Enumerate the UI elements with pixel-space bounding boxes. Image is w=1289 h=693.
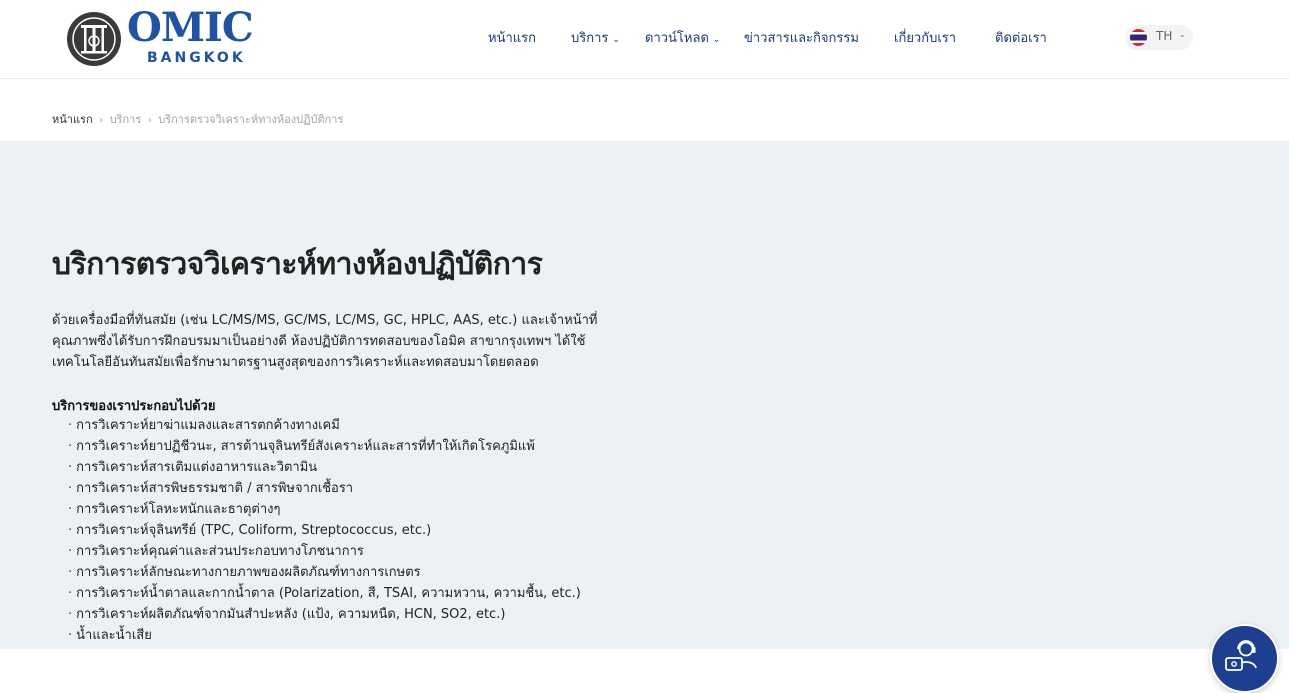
breadcrumb-current: บริการตรวจวิเคราะห์ทางห้องปฏิบัติการ [158,113,344,126]
nav-download-label: ดาวน์โหลด [645,31,709,46]
chevron-right-icon: › [99,115,104,126]
page-title: บริการตรวจวิเคราะห์ทางห้องปฏิบัติการ [52,247,543,282]
brand-name: OMIC [127,4,254,51]
nav-home[interactable]: หน้าแรก [488,28,536,50]
service-label: การวิเคราะห์สารเติมแต่งอาหารและวิตามิน [76,460,318,475]
intro-line: คุณภาพซึ่งได้รับการฝึกอบรมมาเป็นอย่างดี … [52,334,586,349]
list-item: · การวิเคราะห์ยาฆ่าแมลงและสารตกค้างทางเคม… [68,418,340,433]
service-label: การวิเคราะห์สารพิษธรรมชาติ / สารพิษจากเช… [76,481,354,496]
nav-news[interactable]: ข่าวสารและกิจกรรม [744,28,859,50]
chat-widget-button[interactable] [1210,624,1279,693]
breadcrumb-home[interactable]: หน้าแรก [52,113,93,126]
breadcrumb: หน้าแรก › บริการ › บริการตรวจวิเคราะห์ทา… [52,110,343,128]
list-item: · การวิเคราะห์ผลิตภัณฑ์จากมันสำปะหลัง (แป… [68,607,506,622]
chevron-down-icon: ⌄ [612,35,620,45]
intro-line: ด้วยเครื่องมือที่ทันสมัย (เช่น LC/MS/MS,… [52,313,598,328]
nav-news-label: ข่าวสารและกิจกรรม [744,31,859,46]
service-label: การวิเคราะห์คุณค่าและส่วนประกอบทางโภชนาก… [76,544,364,559]
list-item: · การวิเคราะห์ยาปฏิชีวนะ, สารต้านจุลินทรี… [68,439,535,454]
chevron-down-icon: ⌄ [1179,30,1186,39]
list-item: · น้ำและน้ำเสีย [68,628,152,643]
omic-logo[interactable]: OMIC BANGKOK [67,4,277,70]
list-item: · การวิเคราะห์ลักษณะทางกายภาพของผลิตภัณฑ์… [68,565,421,580]
nav-services-label: บริการ [571,31,609,46]
chevron-right-icon: › [147,115,152,126]
service-label: การวิเคราะห์ผลิตภัณฑ์จากมันสำปะหลัง (แป้… [76,607,506,622]
nav-about-label: เกี่ยวกับเรา [894,31,957,46]
nav-home-label: หน้าแรก [488,31,536,46]
content-section: บริการตรวจวิเคราะห์ทางห้องปฏิบัติการ ด้ว… [0,141,1289,693]
nav-contact[interactable]: ติดต่อเรา [995,28,1047,50]
nav-download[interactable]: ดาวน์โหลด ⌄ [645,28,720,51]
services-list: · การวิเคราะห์ยาฆ่าแมลงและสารตกค้างทางเคม… [68,415,581,646]
list-item: · การวิเคราะห์สารพิษธรรมชาติ / สารพิษจากเ… [68,481,354,496]
thai-flag-icon [1130,29,1147,46]
breadcrumb-services[interactable]: บริการ [110,113,142,126]
list-item: · การวิเคราะห์คุณค่าและส่วนประกอบทางโภชนา… [68,544,364,559]
nav-contact-label: ติดต่อเรา [995,31,1047,46]
nav-services[interactable]: บริการ ⌄ [571,28,620,51]
chat-agent-icon [1225,640,1257,671]
language-label: TH [1156,29,1173,43]
list-item: · การวิเคราะห์จุลินทรีย์ (TPC, Coliform, … [68,523,432,538]
list-item: · การวิเคราะห์โลหะหนักและธาตุต่างๆ [68,502,281,517]
service-label: การวิเคราะห์จุลินทรีย์ (TPC, Coliform, S… [76,523,432,538]
site-header: OMIC BANGKOK หน้าแรก บริการ ⌄ ดาวน์โหลด ⌄ … [0,0,1289,79]
language-switcher[interactable]: TH ⌄ [1125,25,1193,50]
services-heading: บริการของเราประกอบไปด้วย [52,399,216,414]
service-label: การวิเคราะห์ลักษณะทางกายภาพของผลิตภัณฑ์ท… [76,565,421,580]
intro-paragraph: ด้วยเครื่องมือที่ทันสมัย (เช่น LC/MS/MS,… [52,310,632,373]
service-label: การวิเคราะห์น้ำตาลและกากน้ำตาล (Polariza… [76,586,581,601]
service-label: การวิเคราะห์โลหะหนักและธาตุต่างๆ [76,502,281,517]
service-label: การวิเคราะห์ยาฆ่าแมลงและสารตกค้างทางเคมี [76,418,340,433]
service-label: น้ำและน้ำเสีย [76,628,152,643]
list-item: · การวิเคราะห์น้ำตาลและกากน้ำตาล (Polariz… [68,586,581,601]
chevron-down-icon: ⌄ [712,35,721,45]
brand-subtitle: BANGKOK [147,50,246,66]
list-item: · การวิเคราะห์สารเติมแต่งอาหารและวิตามิน [68,460,318,475]
omic-emblem-icon [67,12,121,66]
breadcrumb-bar: หน้าแรก › บริการ › บริการตรวจวิเคราะห์ทา… [0,79,1289,141]
nav-about[interactable]: เกี่ยวกับเรา [894,28,956,50]
service-label: การวิเคราะห์ยาปฏิชีวนะ, สารต้านจุลินทรีย… [76,439,535,454]
intro-line: เทคโนโลยีอันทันสมัยเพื่อรักษามาตรฐานสูงส… [52,355,539,370]
